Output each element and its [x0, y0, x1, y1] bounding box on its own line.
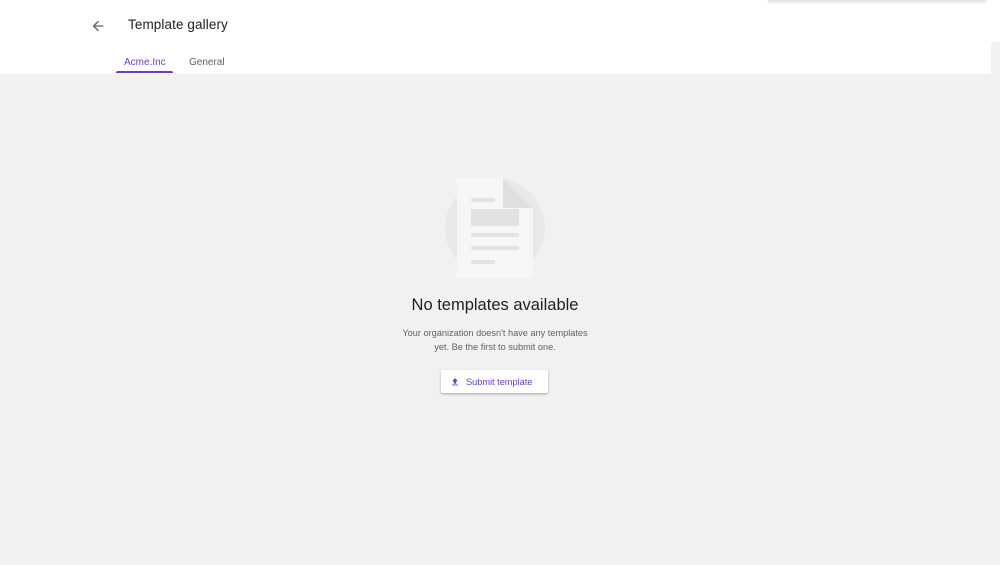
overlay-edge	[768, 0, 986, 2]
submit-template-label: Submit template	[466, 376, 533, 387]
arrow-back-icon	[92, 20, 104, 32]
template-gallery-page: Template gallery Acme.Inc General No tem…	[0, 0, 1000, 565]
header-bar: Template gallery Acme.Inc General	[0, 0, 1000, 74]
scrollbar-track[interactable]	[991, 42, 1000, 74]
active-tab-indicator	[116, 71, 173, 73]
document-icon	[445, 178, 545, 278]
empty-state-title: No templates available	[411, 296, 579, 314]
tab-general[interactable]: General	[189, 57, 225, 68]
page-title: Template gallery	[128, 17, 228, 32]
empty-state-description: Your organization doesn't have any templ…	[402, 328, 588, 352]
tab-acme-inc[interactable]: Acme.Inc	[124, 57, 166, 68]
back-button[interactable]	[84, 12, 112, 40]
upload-icon	[450, 377, 460, 387]
submit-template-button[interactable]: Submit template	[441, 370, 548, 393]
